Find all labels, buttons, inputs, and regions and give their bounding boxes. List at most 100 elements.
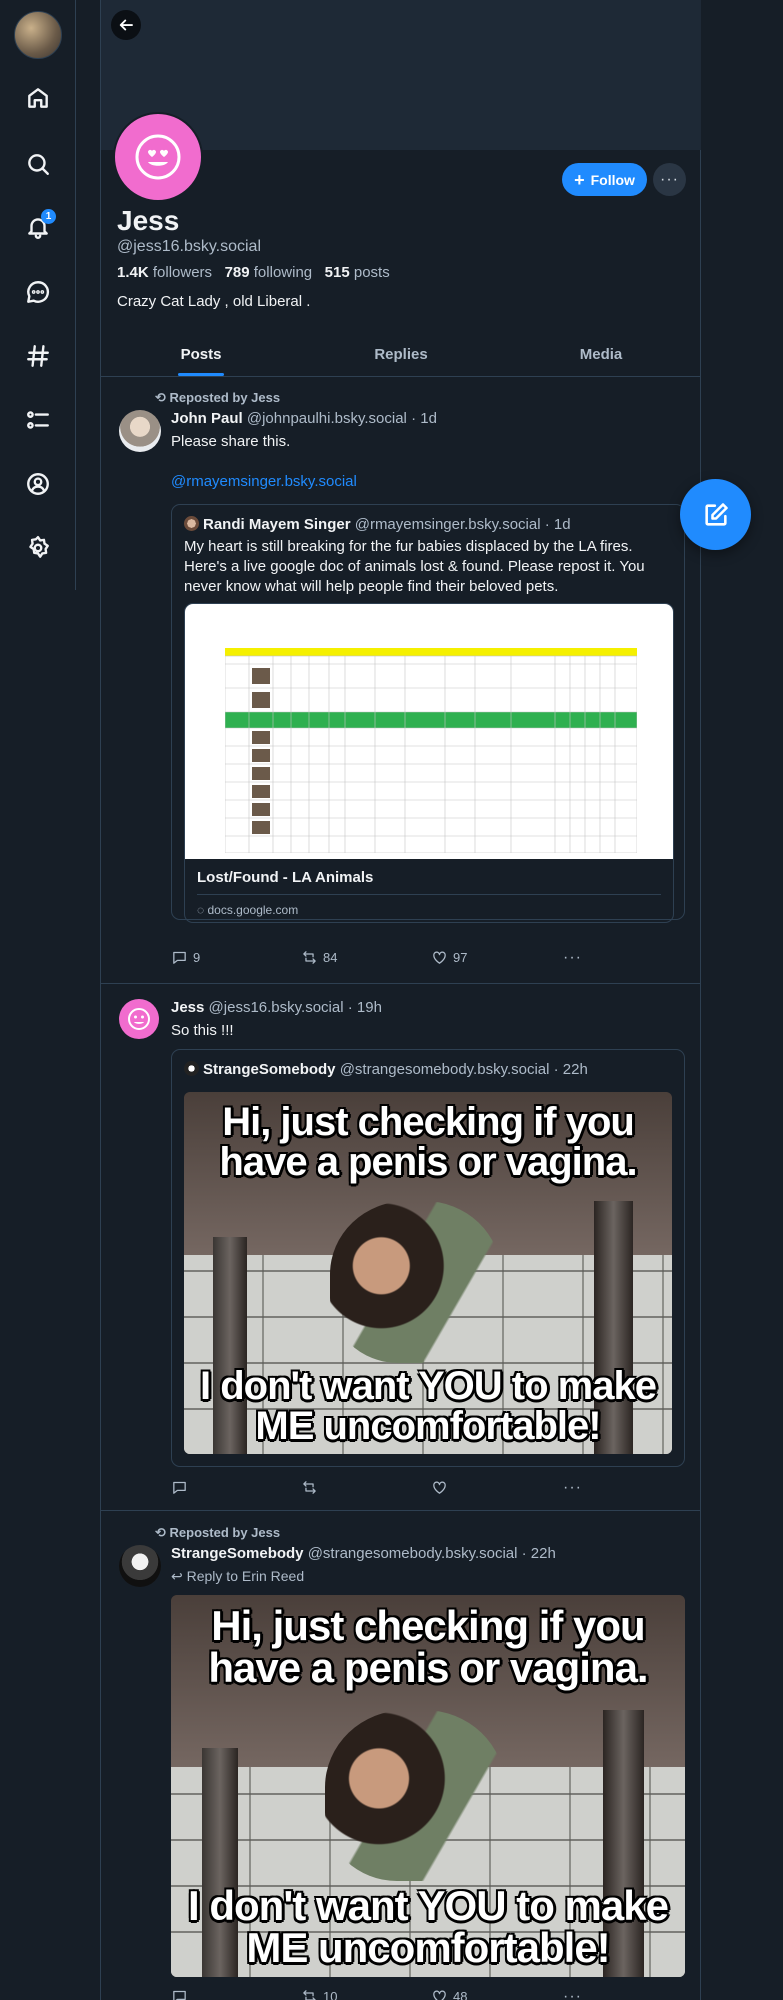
quote-author-handle[interactable]: @strangesomebody.bsky.social <box>340 1061 550 1078</box>
repost-button[interactable]: 84 <box>301 949 337 966</box>
following-link[interactable]: 789 following <box>225 264 313 281</box>
post-author-handle[interactable]: @johnpaulhi.bsky.social <box>247 410 407 427</box>
profile-tabs: Posts Replies Media <box>101 333 701 377</box>
quote-time: · 1d <box>544 516 571 533</box>
current-user-avatar[interactable] <box>14 11 62 59</box>
repost-button[interactable] <box>301 1479 323 1496</box>
meme-top-caption: Hi, just checking if you have a penis or… <box>208 1602 648 1691</box>
settings-icon[interactable] <box>22 532 54 564</box>
spreadsheet-thumbnail <box>185 604 673 859</box>
post-more-button[interactable]: ··· <box>563 1988 582 2000</box>
back-button[interactable] <box>111 10 141 40</box>
tab-posts[interactable]: Posts <box>101 333 301 376</box>
link-card-divider <box>197 894 661 895</box>
quote-text: My heart is still breaking for the fur b… <box>184 538 645 595</box>
reply-button[interactable] <box>171 1479 193 1496</box>
profile-handle: @jess16.bsky.social <box>117 238 261 255</box>
quote-author-name[interactable]: StrangeSomebody <box>203 1061 336 1078</box>
tab-media[interactable]: Media <box>501 333 701 376</box>
post-actions: ··· <box>171 1479 591 1499</box>
reply-arrow-icon: ↩ <box>171 1568 183 1584</box>
profile-stats: 1.4K followers 789 following 515 posts <box>117 264 390 281</box>
quoted-post[interactable]: StrangeSomebody @strangesomebody.bsky.so… <box>171 1049 685 1467</box>
reply-button[interactable] <box>171 1988 193 2000</box>
feed-post[interactable]: Jess @jess16.bsky.social · 19h So this !… <box>101 984 701 1511</box>
post-author-handle[interactable]: @jess16.bsky.social <box>209 999 344 1016</box>
repost-icon: ⟲ <box>155 390 166 405</box>
post-author-name[interactable]: John Paul <box>171 410 243 427</box>
post-time: · 22h <box>521 1545 556 1562</box>
left-nav-rail: 1 <box>0 0 76 590</box>
chat-icon[interactable] <box>22 276 54 308</box>
heart-eyes-emoji-icon <box>135 134 181 180</box>
lists-icon[interactable] <box>22 404 54 436</box>
plus-icon: + <box>574 169 585 190</box>
profile-more-button[interactable]: ··· <box>653 163 686 196</box>
follow-button[interactable]: + Follow <box>562 163 647 196</box>
reply-icon <box>173 1990 186 2000</box>
repost-icon <box>303 1481 316 1494</box>
heart-eyes-emoji-icon <box>128 1008 150 1030</box>
meme-bottom-caption: I don't want YOU to make ME uncomfortabl… <box>200 1364 657 1448</box>
like-button[interactable]: 97 <box>431 949 467 966</box>
reply-to-indicator[interactable]: ↩ Reply to Erin Reed <box>171 1566 304 1586</box>
meme-image[interactable]: Hi, just checking if you have a penis or… <box>171 1595 685 1977</box>
spreadsheet-preview-graphic <box>225 648 637 853</box>
meme-image[interactable]: Hi, just checking if you have a penis or… <box>184 1092 672 1454</box>
globe-icon: ◌ <box>197 903 205 917</box>
post-mention-link[interactable]: @rmayemsinger.bsky.social <box>171 472 357 492</box>
link-card-title: Lost/Found - LA Animals <box>197 869 374 886</box>
quote-time: · 22h <box>553 1061 588 1078</box>
post-author-avatar[interactable] <box>119 410 161 452</box>
meme-person <box>330 1200 502 1364</box>
quote-author-avatar <box>184 516 199 531</box>
reply-icon <box>173 951 186 964</box>
repost-icon <box>303 1990 316 2000</box>
profile-icon[interactable] <box>22 468 54 500</box>
heart-icon <box>433 1481 446 1494</box>
posts-count: 515 posts <box>324 264 390 281</box>
repost-icon: ⟲ <box>155 1525 166 1540</box>
quote-header: Randi Mayem Singer @rmayemsinger.bsky.so… <box>184 516 571 533</box>
search-icon[interactable] <box>22 148 54 180</box>
bell-icon[interactable]: 1 <box>22 209 56 243</box>
quoted-post[interactable]: Randi Mayem Singer @rmayemsinger.bsky.so… <box>171 504 685 923</box>
follow-label: Follow <box>590 171 635 188</box>
post-author-avatar[interactable] <box>119 1545 161 1587</box>
post-header: John Paul @johnpaulhi.bsky.social · 1d <box>171 410 437 427</box>
tab-replies[interactable]: Replies <box>301 333 501 376</box>
quote-header: StrangeSomebody @strangesomebody.bsky.so… <box>184 1061 588 1078</box>
reply-button[interactable]: 9 <box>171 949 200 966</box>
compose-pencil-icon <box>704 502 728 526</box>
link-card-domain: ◌ docs.google.com <box>197 903 299 917</box>
arrow-left-icon <box>119 19 133 31</box>
heart-icon <box>433 1990 446 2000</box>
like-button[interactable]: 48 <box>431 1988 467 2000</box>
meme-bottom-caption: I don't want YOU to make ME uncomfortabl… <box>188 1882 669 1971</box>
followers-link[interactable]: 1.4K followers <box>117 264 212 281</box>
hashtag-icon[interactable] <box>22 340 54 372</box>
feed-post[interactable]: ⟲ Reposted by Jess John Paul @johnpaulhi… <box>101 377 701 984</box>
reply-icon <box>173 1481 186 1494</box>
repost-indicator: ⟲ Reposted by Jess <box>155 390 281 405</box>
post-author-avatar[interactable] <box>119 999 159 1039</box>
profile-display-name: Jess <box>117 205 180 236</box>
post-more-button[interactable]: ··· <box>563 1479 582 1497</box>
home-icon[interactable] <box>22 82 54 114</box>
post-author-handle[interactable]: @strangesomebody.bsky.social <box>308 1545 518 1562</box>
post-author-name[interactable]: StrangeSomebody <box>171 1545 304 1562</box>
meme-person <box>325 1709 506 1882</box>
post-more-button[interactable]: ··· <box>563 949 582 967</box>
link-card[interactable]: Lost/Found - LA Animals ◌ docs.google.co… <box>184 603 674 923</box>
like-button[interactable] <box>431 1479 453 1496</box>
quote-author-name[interactable]: Randi Mayem Singer <box>203 516 351 533</box>
post-text: Please share this. <box>171 433 291 450</box>
repost-button[interactable]: 10 <box>301 1988 337 2000</box>
post-author-name[interactable]: Jess <box>171 999 204 1016</box>
quote-author-handle[interactable]: @rmayemsinger.bsky.social <box>355 516 541 533</box>
profile-avatar[interactable] <box>113 112 203 202</box>
post-time: · 19h <box>347 999 382 1016</box>
quote-author-avatar <box>184 1061 199 1076</box>
feed-post[interactable]: ⟲ Reposted by Jess StrangeSomebody @stra… <box>101 1511 701 2000</box>
compose-button[interactable] <box>680 479 751 550</box>
